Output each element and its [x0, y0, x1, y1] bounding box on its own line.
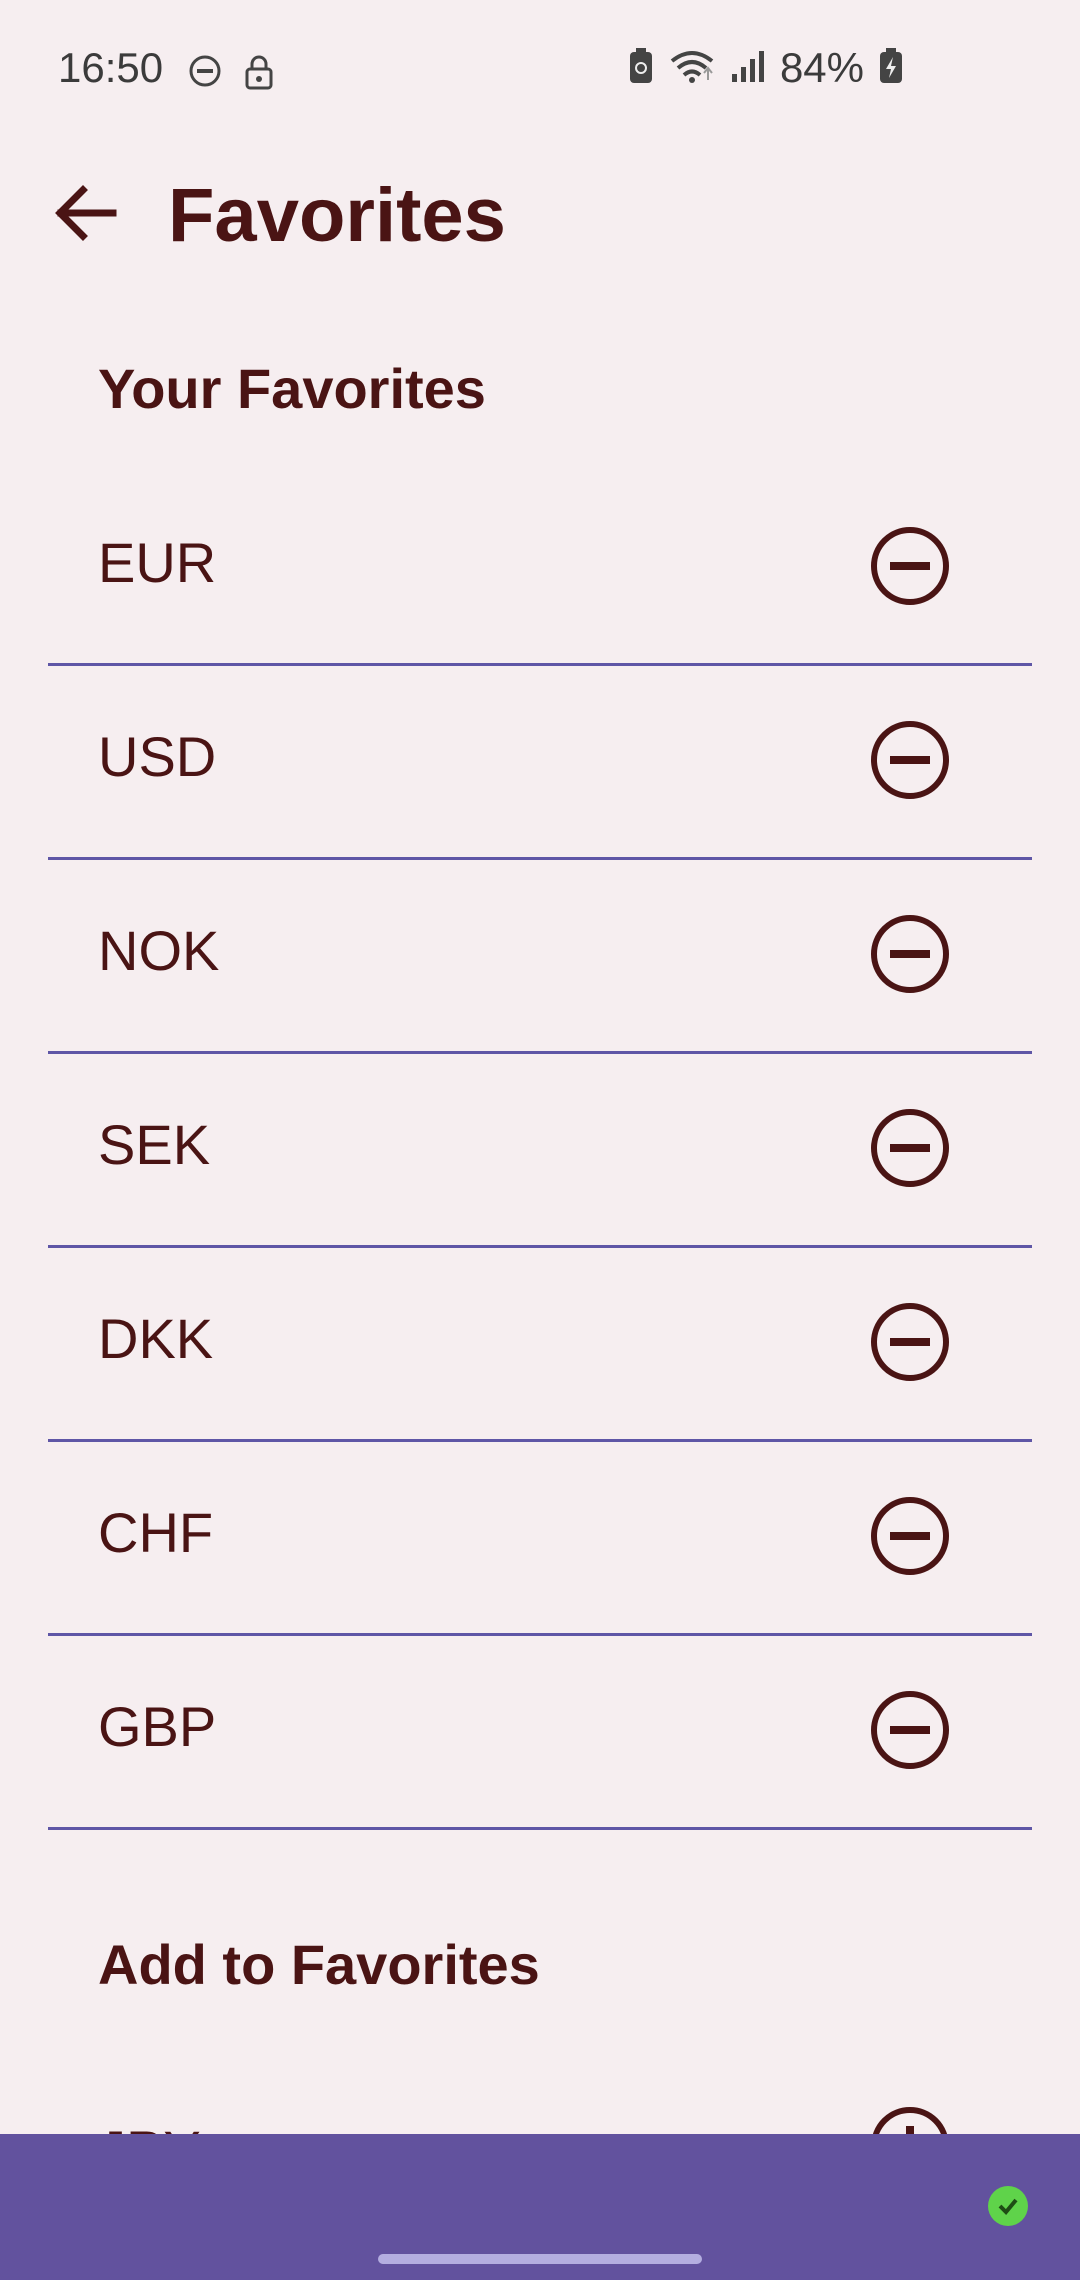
remove-circle-icon — [871, 915, 949, 993]
remove-favorite-button[interactable] — [868, 1688, 952, 1772]
check-circle-icon — [988, 2186, 1028, 2226]
remove-favorite-button[interactable] — [868, 1300, 952, 1384]
add-to-favorites-header: Add to Favorites — [98, 1933, 540, 1996]
currency-code: DKK — [98, 1307, 214, 1370]
favorite-row: USD — [48, 666, 1032, 860]
status-bar: 16:50 84% — [0, 0, 1080, 140]
currency-code: SEK — [98, 1113, 211, 1176]
currency-code: CHF — [98, 1501, 214, 1564]
status-right-icons: 84% — [628, 44, 904, 92]
remove-circle-icon — [871, 1303, 949, 1381]
remove-circle-icon — [871, 527, 949, 605]
bottom-banner — [0, 2134, 1080, 2280]
do-not-disturb-icon — [188, 54, 222, 95]
favorite-row: EUR — [48, 472, 1032, 666]
favorite-row: CHF — [48, 1442, 1032, 1636]
favorite-row: SEK — [48, 1054, 1032, 1248]
remove-circle-icon — [871, 1691, 949, 1769]
lock-icon — [244, 54, 274, 95]
your-favorites-header: Your Favorites — [98, 357, 486, 420]
currency-code: EUR — [98, 531, 217, 594]
remove-circle-icon — [871, 1497, 949, 1575]
status-left-icons — [188, 54, 274, 95]
favorite-row: NOK — [48, 860, 1032, 1054]
remove-favorite-button[interactable] — [868, 1106, 952, 1190]
remove-favorite-button[interactable] — [868, 912, 952, 996]
page-title: Favorites — [168, 173, 506, 258]
back-button[interactable] — [36, 170, 136, 260]
battery-saver-icon — [628, 47, 654, 90]
arrow-back-icon — [51, 178, 121, 253]
battery-percentage: 84% — [779, 44, 864, 91]
currency-code: NOK — [98, 919, 220, 982]
remove-favorite-button[interactable] — [868, 1494, 952, 1578]
top-app-bar: Favorites — [0, 150, 1080, 280]
status-time: 16:50 — [58, 44, 164, 91]
signal-icon — [730, 48, 766, 89]
remove-circle-icon — [871, 1109, 949, 1187]
currency-code: GBP — [98, 1695, 217, 1758]
currency-code: USD — [98, 725, 217, 788]
favorites-list: EUR USD NOK SEK DKK CHF GBP — [48, 472, 1032, 1830]
remove-favorite-button[interactable] — [868, 524, 952, 608]
wifi-icon — [668, 47, 716, 90]
battery-charging-icon — [878, 47, 904, 90]
home-indicator[interactable] — [378, 2254, 702, 2264]
favorite-row: DKK — [48, 1248, 1032, 1442]
remove-circle-icon — [871, 721, 949, 799]
favorite-row: GBP — [48, 1636, 1032, 1830]
remove-favorite-button[interactable] — [868, 718, 952, 802]
